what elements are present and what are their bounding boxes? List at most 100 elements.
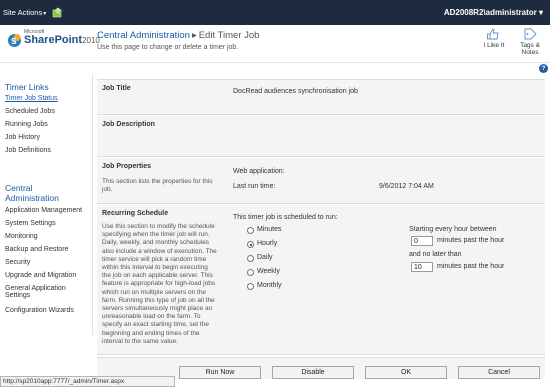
nav-backup-and-restore[interactable]: Backup and Restore xyxy=(5,246,68,253)
starting-every-label: Starting every hour between xyxy=(409,226,497,233)
sharepoint-logo[interactable]: S Microsoft SharePoint2010 xyxy=(4,29,100,55)
recurring-desc-line: timer service will pick a random time xyxy=(102,255,207,263)
job-title-value: DocRead audiences synchronisation job xyxy=(233,88,358,95)
tags-notes-label-1: Tags & xyxy=(520,42,540,49)
central-admin-heading-line2: Administration xyxy=(5,193,59,203)
sharepoint-logo-icon: S xyxy=(8,34,21,47)
radio-weekly[interactable] xyxy=(247,269,254,276)
timer-links-heading[interactable]: Timer Links xyxy=(5,82,49,92)
recurring-schedule-description: Use this section to modify the schedule … xyxy=(102,223,220,346)
breadcrumb: Central Administration ▸ Edit Timer Job xyxy=(97,30,259,41)
section-job-description: Job Description xyxy=(97,116,545,157)
recurring-desc-line: unreasonable load on the farm. To xyxy=(102,313,201,321)
web-application-label: Web application: xyxy=(233,168,285,175)
svg-text:S: S xyxy=(11,37,17,46)
section-job-properties: Job Properties This section lists the pr… xyxy=(97,158,545,204)
status-url: http://sp2010app:7777/_admin/Timer.aspx xyxy=(0,376,175,387)
help-icon[interactable]: ? xyxy=(539,64,548,73)
disable-button[interactable]: Disable xyxy=(272,366,354,379)
run-now-button[interactable]: Run Now xyxy=(179,366,261,379)
left-navigation: Timer Links Timer Job Status Scheduled J… xyxy=(0,74,93,335)
last-run-value: 9/6/2012 7:04 AM xyxy=(379,183,434,190)
ok-button[interactable]: OK xyxy=(365,366,447,379)
tags-notes-button[interactable]: Tags & Notes xyxy=(515,27,545,56)
no-later-than-label: and no later than xyxy=(409,251,462,258)
thumbs-up-icon xyxy=(487,28,499,40)
recurring-desc-line: the job on each applicable server. This xyxy=(102,272,213,280)
radio-monthly-label[interactable]: Monthly xyxy=(257,282,282,289)
page-description: Use this page to change or delete a time… xyxy=(97,44,239,51)
start-minutes-input[interactable] xyxy=(411,236,433,246)
radio-monthly[interactable] xyxy=(247,283,254,290)
navigate-up-icon[interactable] xyxy=(52,7,63,18)
job-title-label: Job Title xyxy=(102,85,131,92)
end-minutes-input[interactable] xyxy=(411,262,433,272)
central-admin-heading[interactable]: Central Administration xyxy=(5,183,59,203)
i-like-it-label: I Like It xyxy=(483,42,505,49)
recurring-desc-line: specify an exact starting time, set the xyxy=(102,321,209,329)
nav-configuration-wizards[interactable]: Configuration Wizards xyxy=(5,307,74,314)
nav-upgrade-and-migration[interactable]: Upgrade and Migration xyxy=(5,272,76,279)
breadcrumb-separator-icon: ▸ xyxy=(191,30,197,41)
title-area: S Microsoft SharePoint2010 Central Admin… xyxy=(0,25,550,63)
job-description-label: Job Description xyxy=(102,121,155,128)
job-properties-description: This section lists the properties for th… xyxy=(102,178,220,194)
tag-icon xyxy=(524,28,537,40)
radio-hourly[interactable] xyxy=(247,241,254,248)
radio-minutes-label[interactable]: Minutes xyxy=(257,226,282,233)
nav-system-settings[interactable]: System Settings xyxy=(5,220,56,227)
nav-timer-job-status[interactable]: Timer Job Status xyxy=(5,95,58,102)
recurring-desc-line: beginning and ending times of the xyxy=(102,329,200,337)
breadcrumb-root-link[interactable]: Central Administration xyxy=(97,30,190,41)
scheduled-to-run-label: This timer job is scheduled to run: xyxy=(233,214,338,221)
recurring-desc-line: feature is appropriate for high-load job… xyxy=(102,280,216,288)
nav-running-jobs[interactable]: Running Jobs xyxy=(5,121,48,128)
nav-application-management[interactable]: Application Management xyxy=(5,207,82,214)
site-actions-menu[interactable]: Site Actions▾ xyxy=(3,8,46,17)
section-recurring-schedule: Recurring Schedule Use this section to m… xyxy=(97,205,545,355)
recurring-desc-line: which run on multiple servers on the xyxy=(102,288,207,296)
tags-notes-label-2: Notes xyxy=(521,49,539,56)
radio-daily-label[interactable]: Daily xyxy=(257,254,273,261)
recurring-desc-line: within this interval to begin executing xyxy=(102,264,208,272)
minutes-past-label-1: minutes past the hour xyxy=(437,237,505,244)
radio-weekly-label[interactable]: Weekly xyxy=(257,268,280,275)
ribbon-bar: Site Actions▾ AD2008R2\administrator ▾ xyxy=(0,0,550,25)
radio-minutes[interactable] xyxy=(247,227,254,234)
sharepoint-wordmark: SharePoint2010 xyxy=(24,34,100,46)
recurring-desc-line: farm. Running this type of job on all th… xyxy=(102,296,215,304)
job-properties-desc-line: This section lists the properties for th… xyxy=(102,178,213,185)
recurring-desc-line: Use this section to modify the schedule xyxy=(102,223,215,230)
cancel-button[interactable]: Cancel xyxy=(458,366,540,379)
last-run-label: Last run time: xyxy=(233,183,276,190)
recurring-desc-line: Daily, weekly, and monthly schedules xyxy=(102,239,210,247)
central-admin-heading-line1: Central xyxy=(5,183,33,193)
job-properties-label: Job Properties xyxy=(102,163,152,170)
recurring-schedule-label: Recurring Schedule xyxy=(102,210,169,217)
i-like-it-button[interactable]: I Like It xyxy=(480,27,508,49)
site-actions-label: Site Actions xyxy=(3,8,43,17)
nav-scheduled-jobs[interactable]: Scheduled Jobs xyxy=(5,108,55,115)
sharepoint-word: SharePoint xyxy=(24,34,83,46)
recurring-desc-line: servers simultaneously might place an xyxy=(102,305,213,313)
section-job-title: Job Title DocRead audiences synchronisat… xyxy=(97,80,545,115)
page-title: Edit Timer Job xyxy=(198,30,260,41)
nav-job-definitions[interactable]: Job Definitions xyxy=(5,147,51,154)
nav-general-line1: General Application xyxy=(5,285,66,292)
recurring-desc-line: interval to the same value. xyxy=(102,337,178,345)
recurring-desc-line: also include a window of execution. The xyxy=(102,247,217,255)
radio-hourly-label[interactable]: Hourly xyxy=(257,240,277,247)
nav-general-application-settings[interactable]: General Application Settings xyxy=(5,285,66,299)
job-properties-desc-line: job. xyxy=(102,186,113,194)
user-menu[interactable]: AD2008R2\administrator ▾ xyxy=(444,8,543,17)
user-name: AD2008R2\administrator xyxy=(443,8,537,17)
nav-security[interactable]: Security xyxy=(5,259,30,266)
minutes-past-label-2: minutes past the hour xyxy=(437,263,505,270)
nav-general-line2: Settings xyxy=(5,292,31,299)
recurring-desc-line: specifying when the timer job will run. xyxy=(102,231,210,239)
chevron-down-icon: ▾ xyxy=(538,8,543,17)
nav-job-history[interactable]: Job History xyxy=(5,134,40,141)
chevron-down-icon: ▾ xyxy=(43,11,47,17)
nav-monitoring[interactable]: Monitoring xyxy=(5,233,38,240)
radio-daily[interactable] xyxy=(247,255,254,262)
